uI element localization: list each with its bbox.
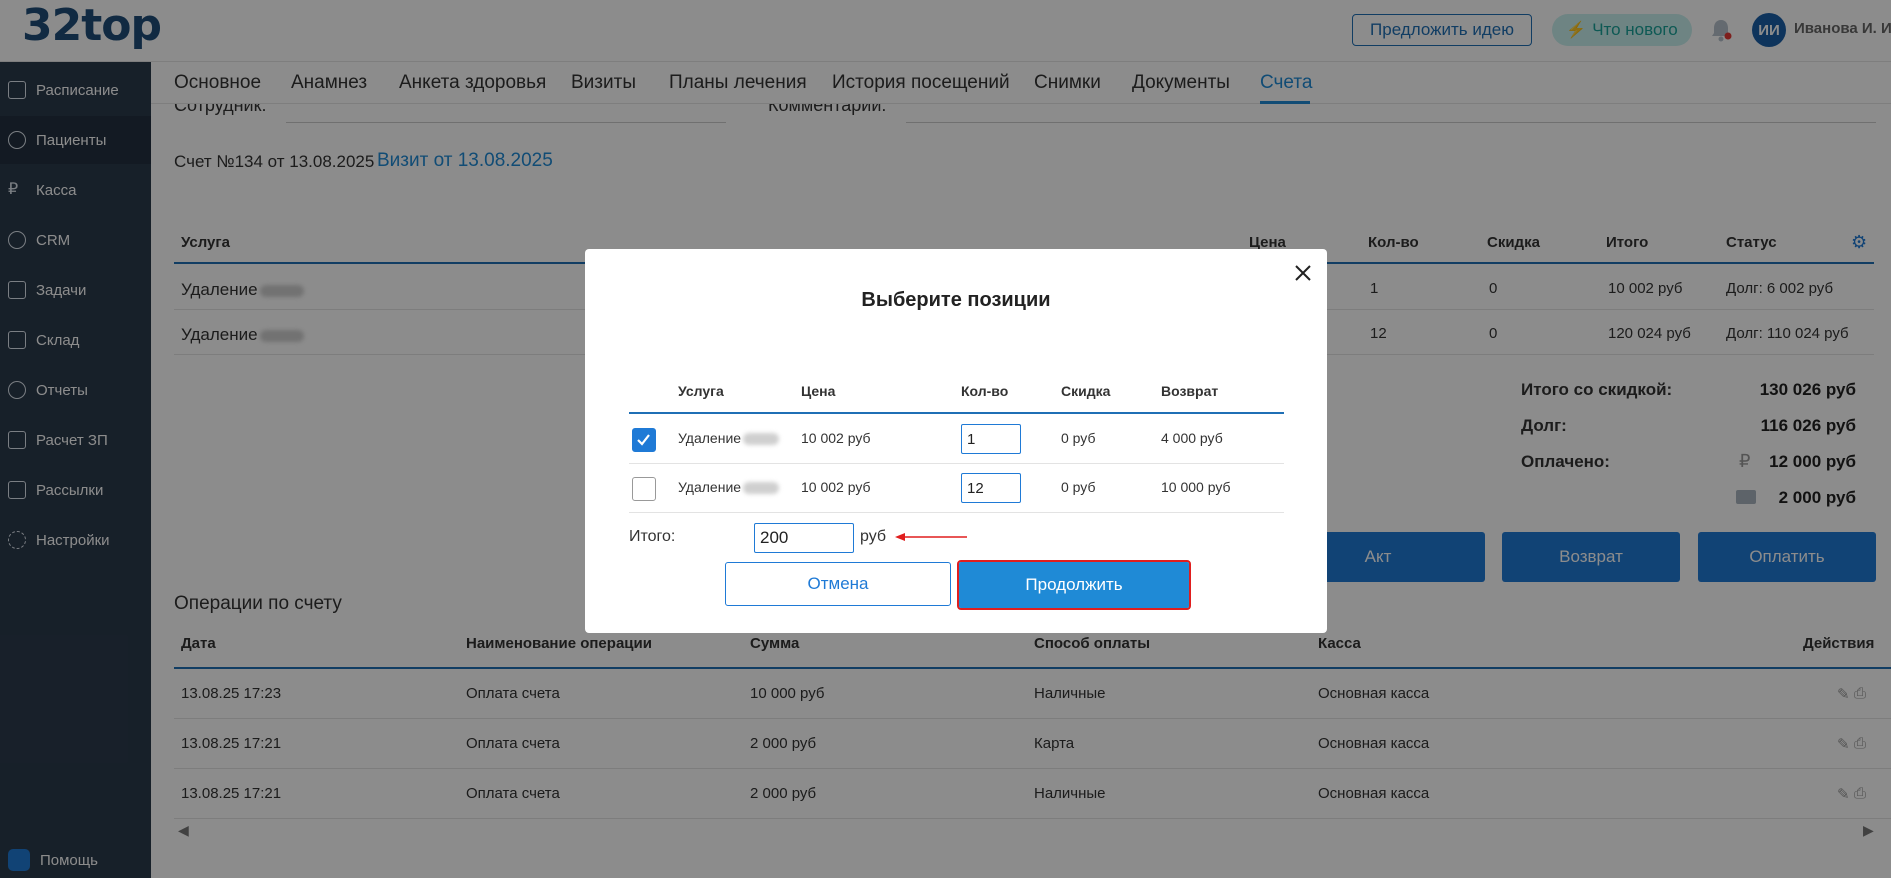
check-icon bbox=[637, 434, 650, 446]
continue-button[interactable]: Продолжить bbox=[957, 560, 1191, 610]
qty-input[interactable] bbox=[961, 424, 1021, 454]
modal-refund: 4 000 руб bbox=[1161, 430, 1223, 446]
qty-input[interactable] bbox=[961, 473, 1021, 503]
select-positions-modal: Выберите позиции Услуга Цена Кол-во Скид… bbox=[585, 249, 1327, 633]
row-checkbox[interactable] bbox=[632, 477, 656, 501]
modal-service-name: Удаление bbox=[678, 479, 780, 495]
modal-service-name: Удаление bbox=[678, 430, 780, 446]
col-service: Услуга bbox=[678, 383, 724, 399]
modal-price: 10 002 руб bbox=[801, 479, 871, 495]
modal-total-label: Итого: bbox=[629, 528, 676, 545]
refund-total-input[interactable] bbox=[754, 523, 854, 553]
row-divider bbox=[629, 512, 1284, 513]
modal-discount: 0 руб bbox=[1061, 479, 1096, 495]
currency-label: руб bbox=[860, 528, 887, 545]
modal-discount: 0 руб bbox=[1061, 430, 1096, 446]
col-discount: Скидка bbox=[1061, 383, 1111, 399]
row-checkbox[interactable] bbox=[632, 428, 656, 452]
arrow-annotation-icon bbox=[895, 533, 967, 541]
modal-table-divider bbox=[629, 412, 1284, 414]
col-price: Цена bbox=[801, 383, 836, 399]
col-refund: Возврат bbox=[1161, 383, 1219, 399]
close-icon[interactable] bbox=[1291, 261, 1315, 285]
cancel-button[interactable]: Отмена bbox=[725, 562, 951, 606]
row-divider bbox=[629, 463, 1284, 464]
col-qty: Кол-во bbox=[961, 383, 1009, 399]
modal-price: 10 002 руб bbox=[801, 430, 871, 446]
modal-refund: 10 000 руб bbox=[1161, 479, 1231, 495]
modal-title: Выберите позиции bbox=[861, 289, 1051, 311]
